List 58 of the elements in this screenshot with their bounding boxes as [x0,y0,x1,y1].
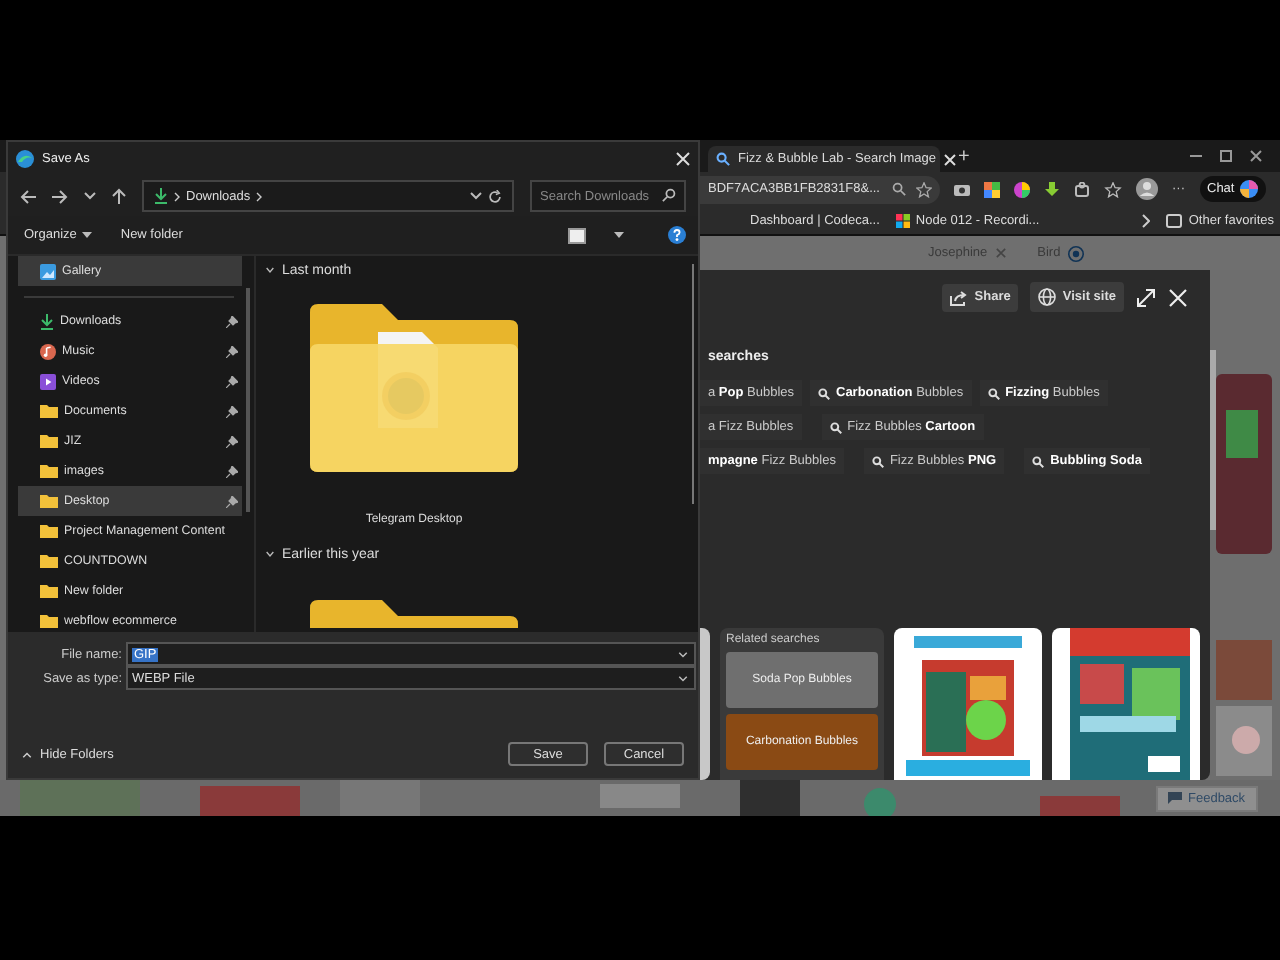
search-icon [829,421,842,433]
windows-icon [895,213,910,228]
pin-icon [226,375,238,387]
search-icon [1032,455,1045,467]
refresh-icon[interactable] [488,189,502,203]
download-icon [40,313,54,329]
back-icon[interactable] [20,189,36,203]
pin-icon [226,495,238,507]
video-icon [40,373,56,389]
search-icon [818,387,830,399]
folder-icon [1166,213,1183,228]
favorites-icon[interactable] [1104,181,1122,198]
copilot-icon [1240,180,1259,199]
caret-icon[interactable] [84,192,96,200]
caret-icon [678,651,688,657]
search-icon [987,387,1000,399]
folder-icon[interactable] [310,304,518,472]
caret-icon[interactable] [470,192,482,200]
color-wheel-icon[interactable] [1014,181,1030,198]
up-icon[interactable] [112,188,126,204]
chevron-icon [264,266,276,274]
chevron-right-icon [174,191,180,201]
search-icon [716,152,730,166]
camera-icon[interactable] [954,182,970,197]
music-icon [40,343,56,359]
download-icon [154,188,168,204]
pin-icon [226,345,238,357]
app-icon [16,150,34,168]
help-icon[interactable] [668,226,686,244]
gallery-icon [40,263,56,279]
zoom-icon[interactable] [892,182,906,197]
extension-icon[interactable] [984,181,1000,198]
globe-icon [1038,288,1057,306]
chevron-right-icon[interactable] [1142,213,1151,228]
chevron-icon [264,550,276,558]
folder-icon[interactable] [310,600,518,628]
view-icon[interactable] [568,227,586,243]
chat-bubble-icon [1168,792,1182,804]
maximize-icon[interactable] [1220,150,1232,162]
close-icon[interactable] [1250,150,1262,162]
caret-icon [678,675,688,681]
share-icon [950,289,969,305]
forward-icon[interactable] [52,189,68,203]
caret-up-icon [22,751,32,757]
expand-icon[interactable] [1136,287,1156,307]
pin-icon [226,435,238,447]
download-icon[interactable] [1044,181,1060,198]
pin-icon [226,315,238,327]
minimize-icon[interactable] [1190,150,1202,162]
search-icon [871,455,884,467]
pin-icon [226,465,238,477]
star-icon[interactable] [916,181,932,198]
pin-icon [226,405,238,417]
puzzle-icon[interactable] [1074,181,1090,198]
new-tab-button[interactable]: + [958,145,970,167]
chevron-right-icon [256,191,263,201]
search-icon [662,188,676,202]
profile-icon[interactable] [1136,178,1158,201]
